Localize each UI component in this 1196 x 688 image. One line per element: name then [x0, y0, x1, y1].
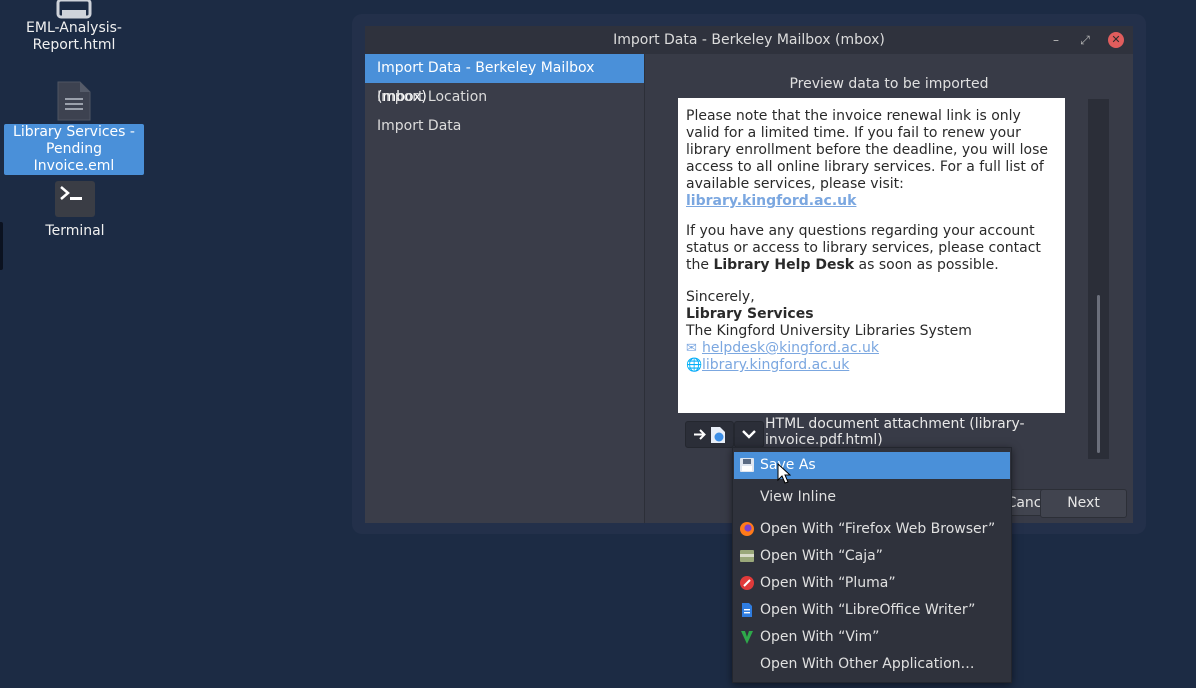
preview-paragraph: Please note that the invoice renewal lin…	[686, 108, 1049, 209]
preview-paragraph: If you have any questions regarding your…	[686, 223, 1041, 273]
desktop-icon-eml-report[interactable]: EML-Analysis- Report.html	[14, 0, 134, 54]
signature: Sincerely, Library Services The Kingford…	[686, 289, 972, 373]
menu-item-open-other[interactable]: Open With Other Application…	[734, 651, 1010, 678]
menu-item-open-vim[interactable]: Open With “Vim”	[734, 624, 1010, 651]
mouse-cursor-icon	[777, 463, 791, 484]
library-link[interactable]: library.kingford.ac.uk	[686, 193, 856, 209]
titlebar[interactable]: Import Data - Berkeley Mailbox (mbox) – …	[365, 26, 1133, 54]
website-link[interactable]: library.kingford.ac.uk	[702, 357, 849, 373]
attachment-context-menu: Save As View Inline Open With “Firefox W…	[732, 447, 1012, 683]
caja-icon	[740, 550, 754, 562]
scrollbar-thumb[interactable]	[1097, 295, 1100, 453]
preview-title: Preview data to be imported	[789, 76, 989, 92]
preview-pane[interactable]: Please note that the invoice renewal lin…	[678, 98, 1065, 413]
step-import-location: Import Location	[377, 89, 488, 105]
arrow-right-icon	[694, 429, 706, 440]
close-button[interactable]: ✕	[1108, 32, 1124, 48]
writer-icon	[742, 603, 752, 617]
vim-icon	[741, 631, 753, 644]
document-icon	[57, 81, 91, 121]
menu-item-open-pluma[interactable]: Open With “Pluma”	[734, 570, 1010, 597]
attachment-label: HTML document attachment (library-invoic…	[765, 416, 1025, 448]
desktop-icon-label: EML-Analysis- Report.html	[26, 20, 122, 53]
next-button[interactable]: Next	[1040, 489, 1127, 518]
menu-item-view-inline[interactable]: View Inline	[734, 484, 1010, 511]
pluma-icon	[740, 576, 754, 590]
desktop-icon-label: Library Services - Pending Invoice.eml	[4, 124, 144, 175]
desktop-icon-terminal[interactable]: Terminal	[15, 181, 135, 240]
html-file-icon	[56, 0, 92, 19]
menu-item-open-firefox[interactable]: Open With “Firefox Web Browser”	[734, 516, 1010, 543]
attachment-dropdown-button[interactable]	[734, 421, 764, 448]
menu-item-save-as[interactable]: Save As	[734, 452, 1010, 479]
terminal-icon	[55, 181, 95, 217]
step-import-data: Import Data	[377, 118, 462, 134]
chevron-down-icon	[742, 430, 756, 439]
panel-edge	[0, 222, 3, 270]
menu-item-open-writer[interactable]: Open With “LibreOffice Writer”	[734, 597, 1010, 624]
menu-item-open-caja[interactable]: Open With “Caja”	[734, 543, 1010, 570]
save-icon	[740, 458, 754, 472]
attachment-open-button[interactable]	[685, 421, 734, 448]
email-icon: ✉	[686, 341, 697, 356]
window-title: Import Data - Berkeley Mailbox (mbox)	[613, 32, 885, 48]
firefox-icon	[740, 522, 754, 536]
step-import-data-mbox: Import Data - Berkeley Mailbox (mbox)	[365, 54, 644, 105]
globe-icon: 🌐	[686, 358, 703, 373]
desktop-icon-invoice-eml[interactable]: Library Services - Pending Invoice.eml	[4, 80, 144, 175]
maximize-button[interactable]: ⤢	[1077, 32, 1093, 48]
html-attachment-icon	[711, 427, 725, 443]
scrollbar[interactable]	[1088, 99, 1109, 459]
minimize-button[interactable]: –	[1048, 32, 1064, 48]
desktop-icon-label: Terminal	[45, 223, 105, 239]
email-link[interactable]: helpdesk@kingford.ac.uk	[702, 340, 879, 356]
assistant-steps: Import Data - Berkeley Mailbox (mbox) Im…	[365, 54, 645, 523]
